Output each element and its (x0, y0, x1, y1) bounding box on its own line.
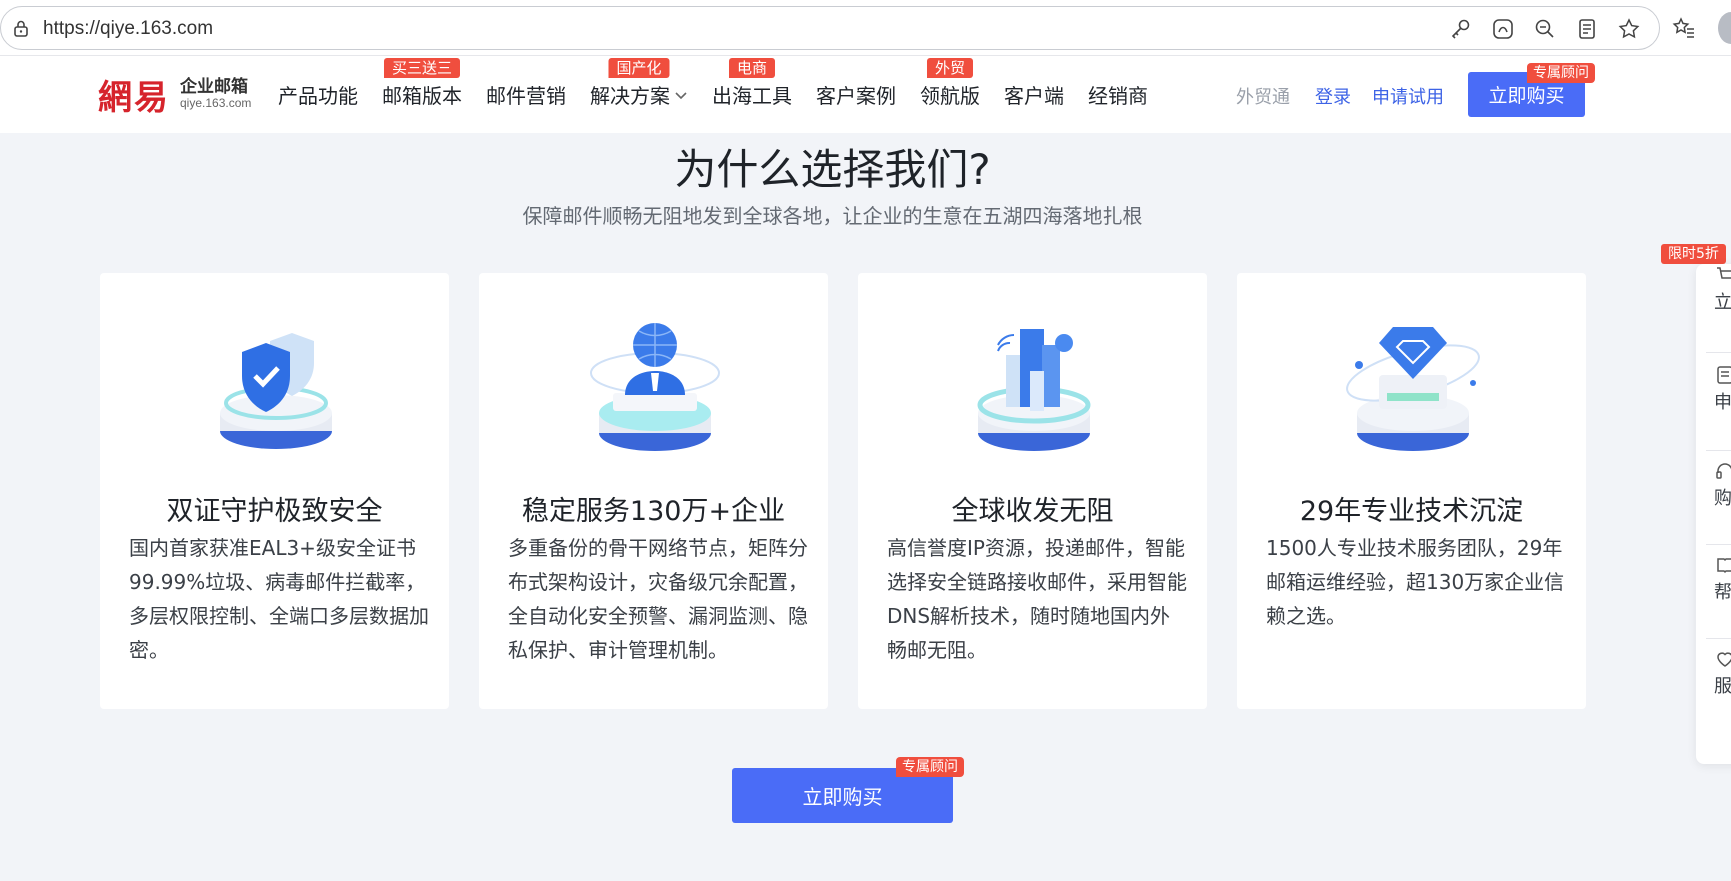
card-title: 双证守护极致安全 (166, 496, 383, 527)
nav-badge: 外贸 (926, 58, 974, 78)
card-title: 29年专业技术沉淀 (1299, 496, 1524, 527)
nav-label: 出海工具 (712, 84, 792, 108)
card-desc: 高信誉度IP资源，投递邮件，智能选择安全链路接收邮件，采用智能DNS解析技术，随… (887, 536, 1187, 662)
heart-icon (1717, 652, 1731, 667)
nav-badge: 电商 (728, 58, 776, 78)
lock-icon[interactable] (11, 18, 31, 38)
headset-icon (1716, 463, 1731, 479)
nav-label: 邮件营销 (486, 84, 566, 108)
feature-cards: 双证守护极致安全 国内首家获准EAL3+级安全证书99.99%垃圾、病毒邮件拦截… (100, 273, 1586, 709)
nav-label: 经销商 (1088, 84, 1148, 108)
feature-card: 全球收发无阻 高信誉度IP资源，投递邮件，智能选择安全链路接收邮件，采用智能DN… (858, 273, 1207, 709)
section-subtitle: 保障邮件顺畅无阻地发到全球各地，让企业的生意在五湖四海落地扎根 (522, 204, 1143, 228)
advisor-tag: 专属顾问 (1527, 63, 1595, 83)
sidebar-item-buy[interactable]: 立购 (1714, 264, 1731, 314)
feature-card: 稳定服务130万+企业 多重备份的骨干网络节点，矩阵分布式架构设计，灾备级冗余配… (479, 273, 828, 709)
cart-icon (1717, 267, 1731, 279)
sidebar-item-label: 立购 (1714, 292, 1731, 313)
nav-item-client[interactable]: 客户端 (1004, 56, 1064, 133)
sidebar-divider (1706, 352, 1731, 353)
nav-item-pilot-edition[interactable]: 外贸 领航版 (920, 56, 980, 133)
sidebar-item-label: 申试 (1714, 392, 1731, 413)
section-title: 为什么选择我们? (674, 145, 991, 194)
site-header: 網易 企业邮箱 qiye.163.com 产品功能 买三送三 邮箱版本 邮件营销… (0, 56, 1731, 133)
nav-item-features[interactable]: 产品功能 (278, 56, 358, 133)
chevron-down-icon (675, 91, 687, 99)
advisor-tag: 专属顾问 (896, 757, 964, 777)
sidebar-item-trial[interactable]: 申试 (1714, 364, 1731, 414)
logo-domain: qiye.163.com (180, 96, 252, 111)
nav-item-overseas-tools[interactable]: 电商 出海工具 (712, 56, 792, 133)
sidebar-item-label: 帮中 (1714, 582, 1731, 603)
main-nav: 产品功能 买三送三 邮箱版本 邮件营销 国产化 解决方案 电商 出海工具 客户案… (278, 56, 1172, 133)
sidebar-item-label: 购咨 (1714, 488, 1731, 509)
logo-title: 企业邮箱 (180, 76, 248, 97)
extension-icon[interactable] (1491, 17, 1515, 41)
zoom-out-icon[interactable] (1533, 17, 1557, 41)
nav-label: 客户端 (1004, 84, 1064, 108)
nav-item-marketing[interactable]: 邮件营销 (486, 56, 566, 133)
reader-mode-icon[interactable] (1575, 17, 1599, 41)
nav-badge: 买三送三 (383, 58, 461, 78)
nav-item-solutions[interactable]: 国产化 解决方案 (590, 56, 688, 133)
feature-card: 29年专业技术沉淀 1500人专业技术服务团队，29年邮箱运维经验，超130万家… (1237, 273, 1586, 709)
diamond-icon (1346, 327, 1480, 451)
sidebar-divider (1706, 638, 1731, 639)
nav-label: 解决方案 (590, 84, 670, 108)
address-bar[interactable]: https://qiye.163.com (0, 6, 1660, 50)
globe-person-icon (590, 323, 720, 451)
key-icon[interactable] (1449, 17, 1473, 41)
card-desc: 1500人专业技术服务团队，29年邮箱运维经验，超130万家企业信赖之选。 (1266, 536, 1565, 628)
nav-label: 客户案例 (816, 84, 896, 108)
floating-sidebar: 立购 申试 购咨 帮中 服优 (1696, 264, 1731, 764)
sidebar-divider (1706, 544, 1731, 545)
nav-item-dealers[interactable]: 经销商 (1088, 56, 1148, 133)
book-icon (1717, 558, 1731, 574)
nav-item-editions[interactable]: 买三送三 邮箱版本 (382, 56, 462, 133)
login-link[interactable]: 登录 (1315, 83, 1351, 109)
form-icon (1717, 366, 1731, 384)
trial-link[interactable]: 申请试用 (1372, 83, 1444, 109)
sidebar-divider (1706, 450, 1731, 451)
shield-icon (220, 333, 332, 449)
url-text[interactable]: https://qiye.163.com (43, 18, 213, 40)
netease-logo[interactable]: 網易 企业邮箱 qiye.163.com (98, 70, 251, 119)
browser-toolbar: https://qiye.163.com (0, 0, 1731, 56)
feature-card: 双证守护极致安全 国内首家获准EAL3+级安全证书99.99%垃圾、病毒邮件拦截… (100, 273, 449, 709)
sidebar-item-label: 服优 (1714, 676, 1731, 697)
sidebar-item-offers[interactable]: 服优 (1714, 648, 1731, 698)
waimao-link[interactable]: 外贸通 (1236, 83, 1290, 109)
nav-label: 产品功能 (278, 84, 358, 108)
sidebar-item-consult[interactable]: 购咨 (1714, 460, 1731, 510)
bar-chart-icon (977, 329, 1091, 451)
nav-item-cases[interactable]: 客户案例 (816, 56, 896, 133)
discount-tag: 限时5折 (1661, 244, 1726, 264)
favorites-icon[interactable] (1672, 16, 1696, 40)
nav-label: 邮箱版本 (382, 84, 462, 108)
nav-badge: 国产化 (608, 58, 670, 78)
sidebar-item-help[interactable]: 帮中 (1714, 554, 1731, 604)
card-desc: 国内首家获准EAL3+级安全证书99.99%垃圾、病毒邮件拦截率，多层权限控制、… (129, 536, 429, 662)
card-title: 稳定服务130万+企业 (521, 496, 786, 527)
card-desc: 多重备份的骨干网络节点，矩阵分布式架构设计，灾备级冗余配置，全自动化安全预警、漏… (508, 536, 808, 662)
logo-mark: 網易 (98, 78, 170, 118)
star-icon[interactable] (1617, 17, 1641, 41)
nav-label: 领航版 (920, 84, 980, 108)
profile-avatar[interactable] (1718, 12, 1731, 44)
card-title: 全球收发无阻 (951, 496, 1114, 527)
